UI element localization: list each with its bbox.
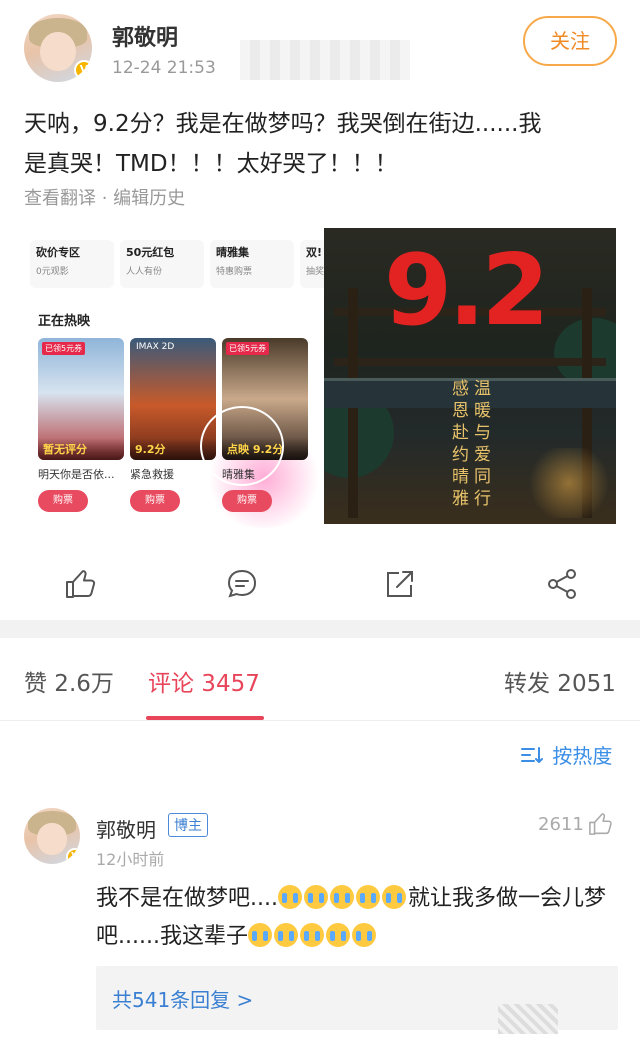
commenter-avatar[interactable]: V bbox=[24, 808, 80, 864]
poster-score: 9.2 bbox=[384, 234, 550, 348]
crying-emoji-icon bbox=[273, 923, 298, 947]
coupon-tag: 已领5元券 bbox=[226, 342, 270, 355]
follow-button[interactable]: 关注 bbox=[523, 16, 617, 66]
tab-likes[interactable]: 赞 2.6万 bbox=[24, 664, 114, 698]
like-icon[interactable] bbox=[62, 566, 98, 602]
tab-divider bbox=[0, 720, 640, 721]
poster-slogan: 感恩赴约晴雅 bbox=[452, 379, 469, 509]
movie-name: 晴雅集 bbox=[222, 468, 255, 481]
comment-text-part: 我不是在做梦吧.... bbox=[96, 886, 278, 911]
tab-reposts[interactable]: 转发 2051 bbox=[504, 664, 616, 698]
promo-title: 晴雅集 bbox=[216, 246, 249, 259]
comment-like-count: 2611 bbox=[538, 814, 584, 835]
crying-emoji-icon bbox=[355, 885, 380, 909]
movie-rating: 暂无评分 bbox=[38, 438, 124, 460]
crying-emoji-icon bbox=[247, 923, 272, 947]
promo-card: 双! 抽奖 bbox=[300, 240, 324, 288]
promo-sub: 0元观影 bbox=[36, 267, 69, 277]
post-time: 12-24 21:53 bbox=[112, 58, 216, 78]
crying-emoji-icon bbox=[329, 885, 354, 909]
section-separator bbox=[0, 620, 640, 638]
blurred-region bbox=[240, 40, 410, 80]
comment-time: 12小时前 bbox=[96, 850, 165, 869]
watermark-blur bbox=[498, 1004, 558, 1034]
crying-emoji-icon bbox=[303, 885, 328, 909]
poster-lantern-glow bbox=[524, 448, 614, 518]
commenter-name[interactable]: 郭敬明 bbox=[96, 814, 156, 843]
promo-card: 晴雅集 特惠购票 bbox=[210, 240, 294, 288]
crying-emoji-icon bbox=[299, 923, 324, 947]
movie-name: 明天你是否依... bbox=[38, 468, 115, 481]
poster-slogan: 温暖与爱同行 bbox=[474, 379, 491, 509]
tab-comments[interactable]: 评论 3457 bbox=[148, 664, 260, 698]
action-bar bbox=[0, 548, 640, 620]
promo-title: 双! bbox=[306, 246, 323, 259]
movie-poster[interactable]: 已领5元券 暂无评分 bbox=[38, 338, 124, 460]
comment-icon[interactable] bbox=[224, 566, 260, 602]
avatar-face bbox=[40, 31, 76, 72]
author-badge: 博主 bbox=[168, 813, 208, 837]
promo-title: 砍价专区 bbox=[36, 246, 80, 259]
promo-sub: 抽奖 bbox=[306, 267, 324, 277]
movie-poster-image[interactable]: 9.2 感恩赴约晴雅 温暖与爱同行 bbox=[324, 228, 616, 524]
post-meta[interactable]: 查看翻译 · 编辑历史 bbox=[24, 184, 185, 210]
network-share-icon[interactable] bbox=[544, 566, 580, 602]
buy-ticket-button[interactable]: 购票 bbox=[38, 490, 88, 512]
embedded-screenshot[interactable]: 砍价专区 0元观影 50元红包 人人有份 晴雅集 特惠购票 双! 抽奖 正在热映… bbox=[24, 228, 324, 528]
promo-title: 50元红包 bbox=[126, 246, 175, 259]
crying-emoji-icon bbox=[325, 923, 350, 947]
buy-ticket-button[interactable]: 购票 bbox=[222, 490, 272, 512]
section-title: 正在热映 bbox=[38, 314, 91, 329]
post-text: 天呐，9.2分？我是在做梦吗？我哭倒在街边......我 是真哭！TMD！！！太… bbox=[24, 104, 624, 184]
promo-sub: 特惠购票 bbox=[216, 267, 253, 277]
sort-label: 按热度 bbox=[552, 744, 613, 768]
crying-emoji-icon bbox=[381, 885, 406, 909]
comment-like-icon[interactable] bbox=[586, 810, 614, 838]
crying-emoji-icon bbox=[277, 885, 302, 909]
promo-card: 砍价专区 0元观影 bbox=[30, 240, 114, 288]
buy-ticket-button[interactable]: 购票 bbox=[130, 490, 180, 512]
verified-icon: V bbox=[66, 848, 80, 864]
verified-icon: V bbox=[74, 60, 92, 80]
movie-name: 紧急救援 bbox=[130, 468, 174, 481]
post-text-line: 是真哭！TMD！！！太好哭了！！！ bbox=[24, 151, 398, 177]
promo-sub: 人人有份 bbox=[126, 267, 163, 277]
sort-icon bbox=[521, 747, 543, 763]
share-icon[interactable] bbox=[382, 566, 418, 602]
crying-emoji-icon bbox=[351, 923, 376, 947]
format-tag: IMAX 2D bbox=[136, 342, 175, 352]
promo-card: 50元红包 人人有份 bbox=[120, 240, 204, 288]
comment-text: 我不是在做梦吧.... 就让我多做一会儿梦吧......我这辈子 bbox=[96, 880, 606, 956]
author-name[interactable]: 郭敬明 bbox=[112, 20, 178, 52]
avatar-face bbox=[37, 822, 67, 856]
sort-by-hot-button[interactable]: 按热度 bbox=[520, 740, 612, 769]
author-avatar[interactable]: V bbox=[24, 14, 92, 82]
coupon-tag: 已领5元券 bbox=[42, 342, 86, 355]
post-text-line: 天呐，9.2分？我是在做梦吗？我哭倒在街边......我 bbox=[24, 111, 542, 137]
poster-beam bbox=[334, 358, 606, 366]
